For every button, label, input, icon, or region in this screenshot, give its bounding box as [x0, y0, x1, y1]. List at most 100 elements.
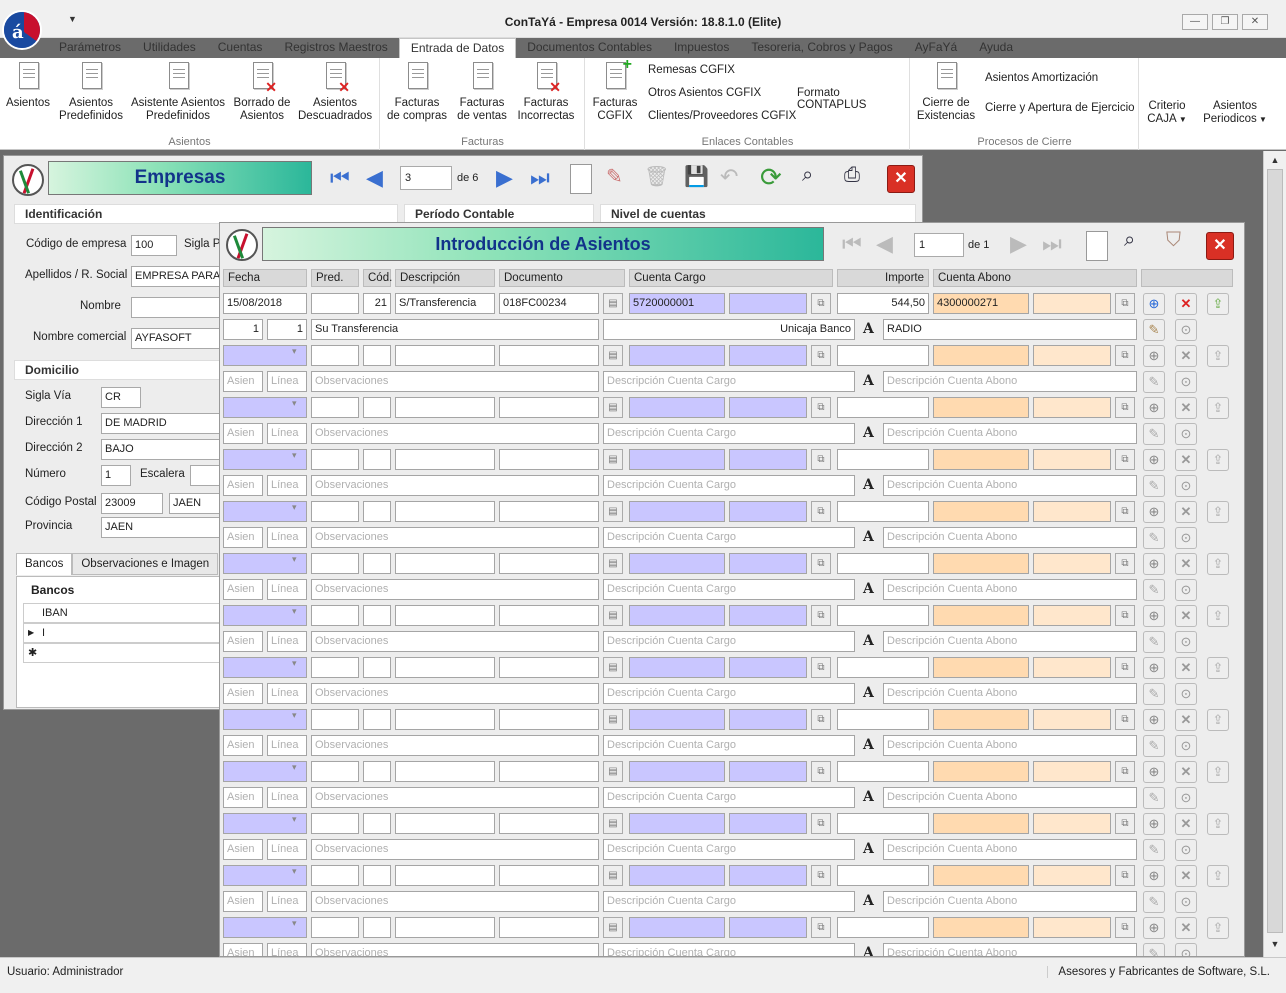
cuenta-abono-field[interactable]	[933, 605, 1029, 626]
close-asientos-icon[interactable]: ✕	[1206, 232, 1234, 260]
date-dropdown-icon[interactable]: ▾	[292, 451, 302, 461]
record-number-field[interactable]: 1	[914, 233, 964, 257]
importe-field[interactable]	[837, 501, 929, 522]
delete-line-icon[interactable]: ✕	[1175, 449, 1197, 471]
importe-field[interactable]	[837, 553, 929, 574]
font-a-icon[interactable]: A	[863, 321, 879, 337]
export-line-icon[interactable]: ⇪	[1207, 813, 1229, 835]
font-a-icon[interactable]: A	[863, 737, 879, 753]
edit-note-icon[interactable]: ✎	[1143, 631, 1165, 653]
cuenta-cargo-extra-field[interactable]	[729, 449, 807, 470]
scroll-down-icon[interactable]: ▼	[1268, 939, 1282, 953]
date-dropdown-icon[interactable]: ▾	[292, 659, 302, 669]
view-detail-icon[interactable]: ⊙	[1175, 631, 1197, 653]
observaciones-field[interactable]: Observaciones	[311, 735, 599, 756]
cuenta-abono-field[interactable]	[933, 709, 1029, 730]
descripcion-field[interactable]	[395, 657, 495, 678]
app-logo[interactable]: á	[2, 10, 42, 50]
asien-field[interactable]: Asien	[223, 891, 263, 912]
cargo-lookup-icon[interactable]: ⧉	[811, 813, 831, 834]
export-line-icon[interactable]: ⇪	[1207, 709, 1229, 731]
cuenta-abono-field[interactable]	[933, 397, 1029, 418]
cuenta-cargo-field[interactable]	[629, 813, 725, 834]
delete-line-icon[interactable]: ✕	[1175, 605, 1197, 627]
record-number-field[interactable]: 3	[400, 166, 452, 190]
cuenta-cargo-field[interactable]: 5720000001	[629, 293, 725, 314]
add-line-icon[interactable]: ⊕	[1143, 657, 1165, 679]
abono-lookup-icon[interactable]: ⧉	[1115, 917, 1135, 938]
cuenta-cargo-field[interactable]	[629, 449, 725, 470]
pred-field[interactable]	[311, 761, 359, 782]
cargo-lookup-icon[interactable]: ⧉	[811, 917, 831, 938]
asientos-periodicos-dropdown[interactable]: Asientos Periodicos ▼	[1200, 100, 1270, 126]
print-icon[interactable]: ⎙	[844, 164, 874, 194]
document-lookup-icon[interactable]: ▤	[603, 553, 623, 574]
importe-field[interactable]	[837, 605, 929, 626]
document-lookup-icon[interactable]: ▤	[603, 293, 623, 314]
cargo-lookup-icon[interactable]: ⧉	[811, 293, 831, 314]
delete-line-icon[interactable]: ✕	[1175, 397, 1197, 419]
observaciones-field[interactable]: Su Transferencia	[311, 319, 599, 340]
cuenta-cargo-field[interactable]	[629, 657, 725, 678]
abono-lookup-icon[interactable]: ⧉	[1115, 657, 1135, 678]
delete-line-icon[interactable]: ✕	[1175, 501, 1197, 523]
cod-field[interactable]	[363, 397, 391, 418]
descripcion-field[interactable]	[395, 813, 495, 834]
pred-field[interactable]	[311, 657, 359, 678]
importe-field[interactable]	[837, 397, 929, 418]
cuenta-abono-extra-field[interactable]	[1033, 709, 1111, 730]
codigo-empresa-field[interactable]: 100	[131, 235, 177, 256]
prev-record-icon[interactable]: ◀	[366, 163, 383, 193]
edit-note-icon[interactable]: ✎	[1143, 683, 1165, 705]
new-row[interactable]: ✱	[23, 643, 222, 663]
scroll-up-icon[interactable]: ▲	[1268, 155, 1282, 169]
export-line-icon[interactable]: ⇪	[1207, 501, 1229, 523]
clientes-proveedores-cgfix-button[interactable]: Clientes/Proveedores CGFIX	[648, 110, 796, 122]
cargo-lookup-icon[interactable]: ⧉	[811, 345, 831, 366]
cargo-lookup-icon[interactable]: ⧉	[811, 501, 831, 522]
asien-field[interactable]: Asien	[223, 475, 263, 496]
linea-field[interactable]: Línea	[267, 839, 307, 860]
vertical-scrollbar[interactable]: ▲ ▼	[1263, 151, 1286, 957]
font-a-icon[interactable]: A	[863, 945, 879, 956]
date-dropdown-icon[interactable]: ▾	[292, 763, 302, 773]
asientos-predefinidos-button[interactable]: Asientos Predefinidos	[56, 60, 126, 123]
view-detail-icon[interactable]: ⊙	[1175, 839, 1197, 861]
cod-field[interactable]	[363, 657, 391, 678]
abono-lookup-icon[interactable]: ⧉	[1115, 709, 1135, 730]
document-lookup-icon[interactable]: ▤	[603, 449, 623, 470]
descripcion-field[interactable]	[395, 709, 495, 730]
cargo-lookup-icon[interactable]: ⧉	[811, 553, 831, 574]
cod-field[interactable]	[363, 865, 391, 886]
documento-field[interactable]	[499, 917, 599, 938]
document-lookup-icon[interactable]: ▤	[603, 345, 623, 366]
linea-field[interactable]: Línea	[267, 683, 307, 704]
edit-note-icon[interactable]: ✎	[1143, 787, 1165, 809]
export-line-icon[interactable]: ⇪	[1207, 605, 1229, 627]
date-dropdown-icon[interactable]: ▾	[292, 503, 302, 513]
add-line-icon[interactable]: ⊕	[1143, 761, 1165, 783]
export-line-icon[interactable]: ⇪	[1207, 865, 1229, 887]
pred-field[interactable]	[311, 813, 359, 834]
view-detail-icon[interactable]: ⊙	[1175, 579, 1197, 601]
delete-line-icon[interactable]: ✕	[1175, 657, 1197, 679]
documento-field[interactable]	[499, 709, 599, 730]
importe-field[interactable]	[837, 761, 929, 782]
provincia-field[interactable]: JAEN	[101, 517, 221, 538]
delete-line-icon[interactable]: ✕	[1175, 917, 1197, 939]
export-line-icon[interactable]: ⇪	[1207, 293, 1229, 315]
documento-field[interactable]: 018FC00234	[499, 293, 599, 314]
pred-field[interactable]	[311, 709, 359, 730]
cuenta-cargo-extra-field[interactable]	[729, 657, 807, 678]
facturas-cgfix-button[interactable]: + Facturas CGFIX	[590, 57, 640, 123]
remesas-cgfix-button[interactable]: Remesas CGFIX	[648, 64, 735, 76]
asientos-button[interactable]: Asientos	[4, 60, 52, 110]
sigla-via-field[interactable]: CR	[101, 387, 141, 408]
descripcion-field[interactable]	[395, 345, 495, 366]
view-detail-icon[interactable]: ⊙	[1175, 943, 1197, 956]
cod-field[interactable]	[363, 761, 391, 782]
observaciones-field[interactable]: Observaciones	[311, 787, 599, 808]
cargo-lookup-icon[interactable]: ⧉	[811, 709, 831, 730]
observaciones-field[interactable]: Observaciones	[311, 839, 599, 860]
tab-ayfaya[interactable]: AyFaYá	[904, 38, 968, 59]
